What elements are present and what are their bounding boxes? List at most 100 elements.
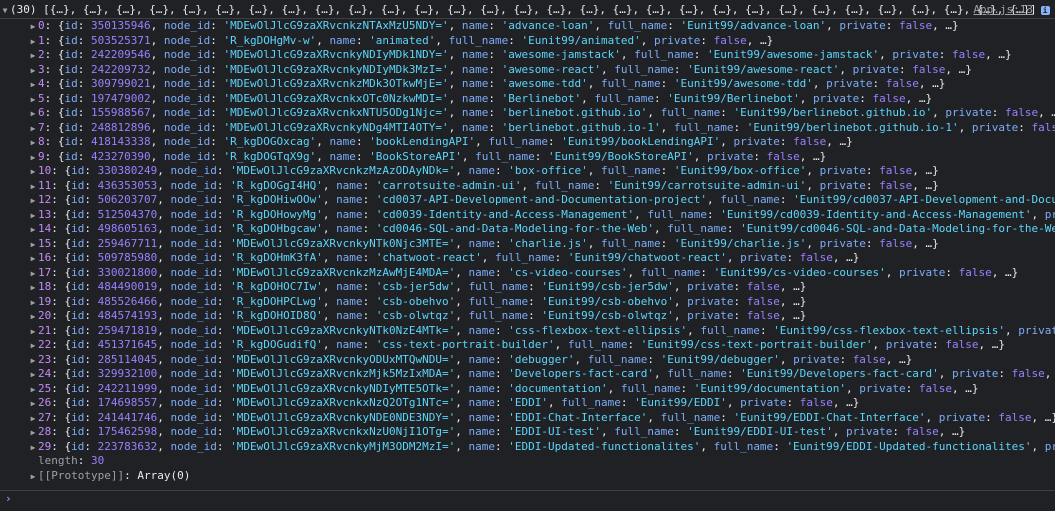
expand-caret-icon[interactable]: ▶	[28, 194, 38, 208]
row-node-id: 'R_kgDOGOxcag'	[223, 135, 317, 148]
row-name: 'EDDI'	[508, 396, 549, 409]
row-node-id: 'MDEwOlJlcG9zaXRvcnkyMjM3ODM2MzI='	[230, 439, 456, 453]
expand-caret-icon[interactable]: ▶	[28, 93, 38, 107]
row-index: 5	[38, 91, 45, 105]
array-item-row[interactable]: ▶ 11: {id: 436353053, node_id: 'R_kgDOGgI…	[0, 179, 1055, 194]
array-item-row[interactable]: ▶ 16: {id: 509785980, node_id: 'R_kgDOHmK…	[0, 251, 1055, 266]
row-node-id: 'R_kgDOHowyMg'	[230, 207, 323, 221]
array-item-row[interactable]: ▶ 13: {id: 512504370, node_id: 'R_kgDOHow…	[0, 208, 1055, 223]
expand-caret-icon[interactable]: ▶	[28, 325, 38, 339]
expand-caret-icon[interactable]: ▶	[28, 223, 38, 237]
array-item-row[interactable]: ▶ 0: {id: 350135946, node_id: 'MDEwOlJlcG…	[0, 19, 1055, 34]
expand-caret-icon[interactable]: ▶	[28, 339, 38, 353]
array-summary[interactable]: (30) [{…}, {…}, {…}, {…}, {…}, {…}, {…},…	[10, 3, 1037, 16]
array-item-row[interactable]: ▶ 14: {id: 498605163, node_id: 'R_kgDOHbg…	[0, 222, 1055, 237]
array-item-row[interactable]: ▶ 27: {id: 241441746, node_id: 'MDEwOlJlc…	[0, 411, 1055, 426]
array-item-row[interactable]: ▶ 12: {id: 506203707, node_id: 'R_kgDOHiw…	[0, 193, 1055, 208]
expand-caret-icon[interactable]: ▶	[28, 397, 38, 411]
expand-caret-icon[interactable]: ▶	[28, 151, 38, 165]
row-index: 22	[38, 338, 52, 351]
row-name: 'charlie.js'	[508, 236, 588, 250]
expand-caret-icon[interactable]: ▶	[28, 267, 38, 281]
array-item-row[interactable]: ▶ 22: {id: 451371645, node_id: 'R_kgDOGud…	[0, 338, 1055, 353]
expand-caret-icon[interactable]: ▶	[28, 180, 38, 194]
array-item-row[interactable]: ▶ 15: {id: 259467711, node_id: 'MDEwOlJlc…	[0, 237, 1055, 252]
array-item-row[interactable]: ▶ 7: {id: 248812896, node_id: 'MDEwOlJlcG…	[0, 121, 1055, 136]
row-tail: , …}	[978, 338, 1006, 351]
row-node-id: 'MDEwOlJlcG9zaXRvcnkzMDk3OTkwMjE='	[223, 77, 449, 90]
array-item-row[interactable]: ▶ 4: {id: 309799021, node_id: 'MDEwOlJlcG…	[0, 77, 1055, 92]
expand-caret-icon[interactable]: ▶	[28, 165, 38, 179]
expand-caret-icon[interactable]: ▶	[28, 412, 38, 426]
array-item-row[interactable]: ▶ 18: {id: 484490019, node_id: 'R_kgDOHOC…	[0, 280, 1055, 295]
expand-caret-icon[interactable]: ▶	[28, 49, 38, 63]
array-item-row[interactable]: ▶ 23: {id: 285114045, node_id: 'MDEwOlJlc…	[0, 353, 1055, 368]
array-item-row[interactable]: ▶ 5: {id: 197479002, node_id: 'MDEwOlJlcG…	[0, 92, 1055, 107]
row-id: 350135946	[91, 19, 151, 32]
array-item-row[interactable]: ▶ 9: {id: 423270390, node_id: 'R_kgDOGTqX…	[0, 150, 1055, 165]
array-item-row[interactable]: ▶ 19: {id: 485526466, node_id: 'R_kgDOHPC…	[0, 295, 1055, 310]
expand-caret-icon[interactable]: ▶	[28, 470, 38, 484]
prototype-line[interactable]: ▶ [[Prototype]]: Array(0)	[0, 469, 1055, 484]
expand-caret-icon[interactable]: ▶	[28, 136, 38, 150]
array-item-row[interactable]: ▶ 10: {id: 330380249, node_id: 'MDEwOlJlc…	[0, 164, 1055, 179]
expand-caret-icon[interactable]: ▶	[28, 78, 38, 92]
expand-caret-icon[interactable]: ▶	[28, 383, 38, 397]
expand-caret-icon[interactable]: ▶	[28, 426, 38, 440]
row-node-id: 'R_kgDOHOC7Iw'	[230, 280, 323, 293]
row-index: 13	[38, 207, 52, 221]
array-item-row[interactable]: ▶ 25: {id: 242211999, node_id: 'MDEwOlJlc…	[0, 382, 1055, 397]
array-item-row[interactable]: ▶ 2: {id: 242209546, node_id: 'MDEwOlJlcG…	[0, 48, 1055, 63]
expand-caret-icon[interactable]: ▶	[28, 35, 38, 49]
row-node-id: 'R_kgDOHgMv-w'	[223, 33, 317, 47]
row-tail: , …}	[826, 135, 853, 148]
expand-caret-icon[interactable]: ▶	[28, 209, 38, 223]
row-full-name: 'Eunit99/debugger'	[660, 352, 780, 366]
array-item-row[interactable]: ▶ 21: {id: 259471819, node_id: 'MDEwOlJlc…	[0, 324, 1055, 339]
row-node-id: 'R_kgDOGTqX9g'	[223, 149, 317, 163]
expand-caret-icon[interactable]: ▶	[28, 368, 38, 382]
row-full-name: 'Eunit99/cd0039-Identity-and-Access-Mana…	[720, 207, 1032, 221]
row-id: 498605163	[97, 222, 158, 235]
row-full-name: 'Eunit99/carrotsuite-admin-ui'	[607, 178, 807, 192]
row-full-name: 'Eunit99/cs-video-courses'	[713, 265, 886, 279]
row-index: 27	[38, 410, 52, 424]
expand-caret-icon[interactable]: ▶	[28, 122, 38, 136]
row-id: 509785980	[97, 251, 158, 264]
expand-caret-icon[interactable]: ▶	[28, 441, 38, 455]
array-item-row[interactable]: ▶ 8: {id: 418143338, node_id: 'R_kgDOGOxc…	[0, 135, 1055, 150]
expand-caret-icon[interactable]: ▶	[28, 281, 38, 295]
expand-caret-icon[interactable]: ▶	[28, 252, 38, 266]
expand-caret-icon[interactable]: ▶	[28, 107, 38, 121]
row-private: false	[1031, 120, 1055, 134]
info-icon[interactable]: i	[1040, 5, 1050, 15]
array-item-row[interactable]: ▶ 24: {id: 329932100, node_id: 'MDEwOlJlc…	[0, 367, 1055, 382]
array-summary-line[interactable]: ▼ (30) [{…}, {…}, {…}, {…}, {…}, {…}, {…}…	[0, 0, 1055, 19]
array-item-row[interactable]: ▶ 28: {id: 175462598, node_id: 'MDEwOlJlc…	[0, 425, 1055, 440]
row-full-name: 'Eunit99/advance-loan'	[680, 19, 827, 32]
array-item-row[interactable]: ▶ 1: {id: 503525371, node_id: 'R_kgDOHgMv…	[0, 34, 1055, 49]
expand-caret-icon[interactable]: ▶	[28, 20, 38, 34]
expand-caret-icon[interactable]: ▶	[28, 296, 38, 310]
array-item-row[interactable]: ▶ 17: {id: 330021800, node_id: 'MDEwOlJlc…	[0, 266, 1055, 281]
row-id: 503525371	[91, 33, 151, 47]
expand-caret-icon[interactable]: ▶	[28, 238, 38, 252]
console-prompt[interactable]: ›	[0, 490, 1055, 505]
row-private: false	[793, 135, 827, 148]
source-link[interactable]: App.js:13	[973, 2, 1033, 18]
expand-caret-icon[interactable]: ▶	[28, 64, 38, 78]
row-private: false	[905, 425, 939, 438]
expand-caret-icon[interactable]: ▶	[28, 354, 38, 368]
array-item-row[interactable]: ▶ 6: {id: 155988567, node_id: 'MDEwOlJlcG…	[0, 106, 1055, 121]
row-name: 'Developers-fact-card'	[508, 367, 654, 380]
array-item-row[interactable]: ▶ 26: {id: 174698557, node_id: 'MDEwOlJlc…	[0, 396, 1055, 411]
row-private: false	[746, 309, 780, 322]
row-full-name: 'Eunit99/bookLendingAPI'	[561, 135, 721, 148]
array-item-row[interactable]: ▶ 3: {id: 242209732, node_id: 'MDEwOlJlcG…	[0, 63, 1055, 78]
expand-caret-icon[interactable]: ▶	[28, 310, 38, 324]
row-index: 8	[38, 135, 45, 148]
array-item-row[interactable]: ▶ 29: {id: 223783632, node_id: 'MDEwOlJlc…	[0, 440, 1055, 455]
array-item-row[interactable]: ▶ 20: {id: 484574193, node_id: 'R_kgDOHOI…	[0, 309, 1055, 324]
row-node-id: 'MDEwOlJlcG9zaXRvcnkyNDIyMDk1NDY='	[223, 48, 449, 61]
expand-caret-icon[interactable]: ▼	[0, 3, 10, 18]
